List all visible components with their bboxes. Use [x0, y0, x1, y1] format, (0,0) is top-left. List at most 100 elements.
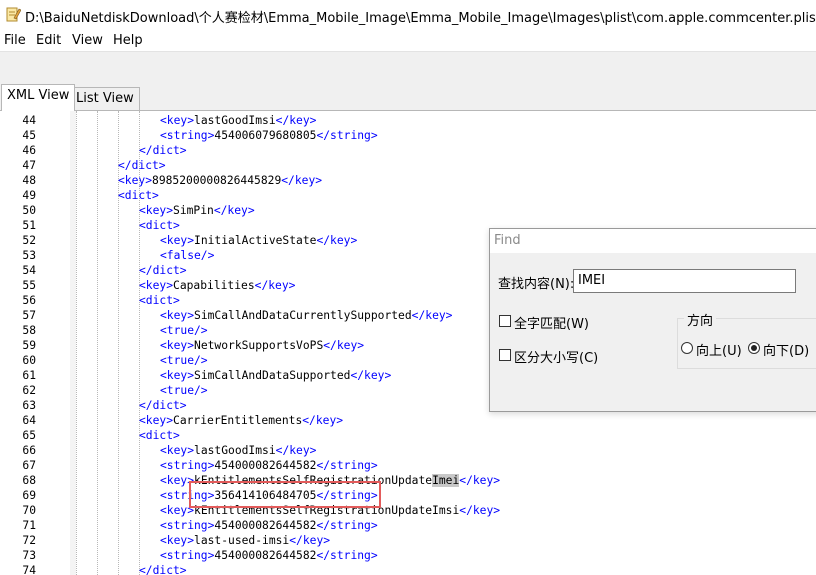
xml-text: 454006079680805: [214, 129, 317, 142]
code-line: 67 <string>454000082644582</string>: [0, 458, 816, 473]
line-number: 51: [22, 219, 36, 232]
direction-up-label[interactable]: 向上(U): [696, 340, 742, 359]
xml-tag: <key>: [139, 414, 174, 427]
match-whole-word-label[interactable]: 全字匹配(W): [514, 313, 589, 332]
match-case-checkbox[interactable]: [499, 349, 511, 361]
code-line: 50 <key>SimPin</key>: [0, 203, 816, 218]
menu-edit[interactable]: Edit: [36, 33, 61, 48]
xml-tag: </key>: [281, 174, 323, 187]
line-number: 62: [22, 384, 36, 397]
code-line: 73 <string>454000082644582</string>: [0, 548, 816, 563]
line-number: 46: [22, 144, 36, 157]
xml-tag: <string>: [160, 129, 215, 142]
title-bar: D:\BaiduNetdiskDownload\个人赛检材\Emma_Mobil…: [0, 0, 816, 31]
code-text: <false/>: [160, 248, 214, 263]
xml-text: CarrierEntitlements: [173, 414, 303, 427]
xml-tag: <key>: [118, 174, 153, 187]
xml-tag: </key>: [275, 114, 317, 127]
code-text: <string>454000082644582</string>: [160, 518, 378, 533]
code-text: </dict>: [139, 563, 187, 575]
line-number: 71: [22, 519, 36, 532]
xml-text: 454000082644582: [214, 549, 317, 562]
line-number: 73: [22, 549, 36, 562]
find-what-label: 查找内容(N):: [498, 277, 575, 292]
line-number: 54: [22, 264, 36, 277]
line-number: 70: [22, 504, 36, 517]
xml-tag: <key>: [160, 339, 195, 352]
code-line: 64 <key>CarrierEntitlements</key>: [0, 413, 816, 428]
line-number: 50: [22, 204, 36, 217]
code-text: <dict>: [139, 428, 180, 443]
tab-xml-view[interactable]: XML View: [1, 84, 76, 111]
menu-file[interactable]: File: [4, 33, 26, 48]
xml-text: last-used-imsi: [194, 534, 290, 547]
code-text: <key>SimCallAndDataSupported</key>: [160, 368, 391, 383]
xml-tag: <dict>: [139, 294, 180, 307]
code-text: <key>lastGoodImsi</key>: [160, 443, 316, 458]
match-case-label[interactable]: 区分大小写(C): [514, 347, 598, 366]
xml-tag: <key>: [160, 114, 195, 127]
code-line: 48 <key>8985200000826445829</key>: [0, 173, 816, 188]
line-number: 61: [22, 369, 36, 382]
xml-tag: <key>: [160, 444, 195, 457]
xml-tag: <string>: [160, 549, 215, 562]
xml-tag: <key>: [160, 369, 195, 382]
xml-text: 356414106484705: [214, 489, 317, 502]
xml-text: lastGoodImsi: [194, 444, 276, 457]
code-line: 45 <string>454006079680805</string>: [0, 128, 816, 143]
code-text: </dict>: [139, 398, 187, 413]
code-text: <dict>: [139, 218, 180, 233]
xml-tag: </dict>: [139, 144, 187, 157]
xml-tag: </key>: [302, 414, 344, 427]
xml-tag: <string>: [160, 519, 215, 532]
find-dialog-title: Find: [494, 233, 521, 248]
xml-text: lastGoodImsi: [194, 114, 276, 127]
menu-view[interactable]: View: [72, 33, 103, 48]
direction-down-radio[interactable]: [748, 342, 760, 354]
xml-tag: </key>: [323, 339, 365, 352]
xml-tag: </string>: [316, 549, 378, 562]
window-title: D:\BaiduNetdiskDownload\个人赛检材\Emma_Mobil…: [25, 11, 816, 26]
code-line: 71 <string>454000082644582</string>: [0, 518, 816, 533]
tab-list-view[interactable]: List View: [70, 87, 140, 111]
code-text: <key>lastGoodImsi</key>: [160, 113, 316, 128]
xml-tag: <key>: [139, 204, 174, 217]
xml-tag: <key>: [160, 474, 195, 487]
line-number: 72: [22, 534, 36, 547]
xml-tag: </key>: [459, 504, 501, 517]
menu-help[interactable]: Help: [113, 33, 143, 48]
match-whole-word-checkbox[interactable]: [499, 315, 511, 327]
code-line: 66 <key>lastGoodImsi</key>: [0, 443, 816, 458]
line-number: 59: [22, 339, 36, 352]
notepad-pencil-icon: [6, 7, 21, 22]
code-text: <dict>: [139, 293, 180, 308]
line-number: 66: [22, 444, 36, 457]
line-number: 52: [22, 234, 36, 247]
search-match-highlight: Imei: [432, 474, 460, 487]
xml-tag: <key>: [160, 504, 195, 517]
xml-tag: </key>: [289, 534, 331, 547]
xml-tag: <key>: [160, 534, 195, 547]
xml-tag: <dict>: [118, 189, 159, 202]
line-number: 74: [22, 564, 36, 575]
code-text: <true/>: [160, 383, 208, 398]
code-line: 65 <dict>: [0, 428, 816, 443]
line-number: 53: [22, 249, 36, 262]
line-number: 63: [22, 399, 36, 412]
xml-tag: <dict>: [139, 429, 180, 442]
line-number: 69: [22, 489, 36, 502]
xml-text: 8985200000826445829: [152, 174, 282, 187]
xml-tag: </key>: [316, 234, 358, 247]
find-what-input[interactable]: IMEI: [573, 269, 796, 293]
code-text: <key>Capabilities</key>: [139, 278, 295, 293]
find-dialog-title-bar: Find: [490, 229, 816, 253]
xml-text: 454000082644582: [214, 519, 317, 532]
xml-tag: <key>: [139, 279, 174, 292]
xml-text: kEntitlementsSelfRegistrationUpdateImsi: [194, 504, 460, 517]
radio-selected-dot: [751, 345, 757, 351]
direction-down-label[interactable]: 向下(D): [763, 340, 809, 359]
xml-tag: </key>: [275, 444, 317, 457]
direction-up-radio[interactable]: [681, 342, 693, 354]
code-text: <key>last-used-imsi</key>: [160, 533, 330, 548]
xml-tag: <key>: [160, 234, 195, 247]
